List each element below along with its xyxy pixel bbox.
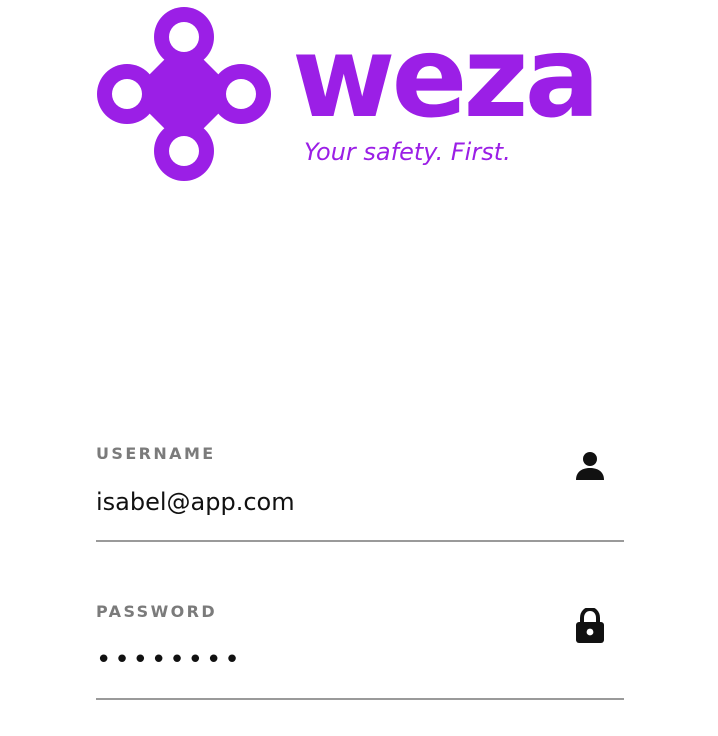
username-input[interactable] xyxy=(96,482,556,522)
password-label: PASSWORD xyxy=(96,602,218,621)
brand-header: weza Your safety. First. xyxy=(96,6,636,186)
weza-petal-logo-icon xyxy=(97,7,271,181)
app-tagline: Your safety. First. xyxy=(304,138,511,166)
username-field: USERNAME xyxy=(96,430,624,542)
person-icon xyxy=(576,452,604,480)
password-input[interactable] xyxy=(96,640,556,680)
app-wordmark: weza xyxy=(292,13,600,143)
username-label: USERNAME xyxy=(96,444,216,463)
lock-icon xyxy=(576,608,604,643)
username-underline xyxy=(96,540,624,542)
password-underline xyxy=(96,698,624,700)
password-field: PASSWORD xyxy=(96,588,624,700)
login-form: USERNAME PASSWORD xyxy=(96,430,624,700)
